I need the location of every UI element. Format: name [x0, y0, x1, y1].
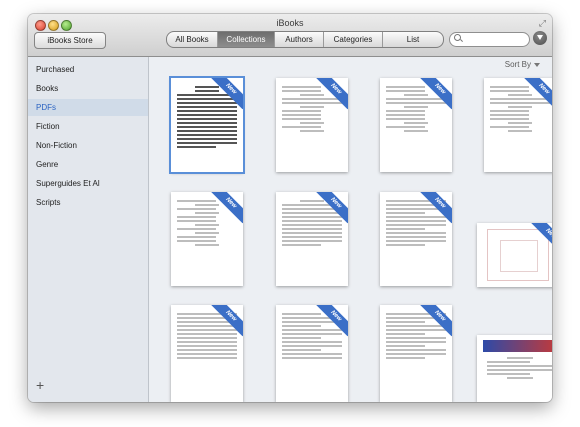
collections-sidebar: Purchased Books PDFs Fiction Non-Fiction…: [28, 57, 149, 402]
sidebar-item-purchased[interactable]: Purchased: [28, 61, 148, 78]
page-thumbnail: [386, 313, 446, 396]
book-cover[interactable]: New: [171, 305, 243, 402]
page-thumbnail: [177, 86, 237, 166]
tab-list[interactable]: List: [383, 32, 443, 47]
window-title: iBooks: [276, 18, 304, 28]
sort-by-menu[interactable]: Sort By: [505, 60, 540, 69]
ibooks-store-button[interactable]: iBooks Store: [34, 32, 106, 49]
sidebar-item-genre[interactable]: Genre: [28, 156, 148, 173]
view-segmented-control: All Books Collections Authors Categories…: [166, 31, 444, 48]
book-cover[interactable]: New: [380, 78, 452, 172]
page-thumbnail: [386, 200, 446, 280]
page-thumbnail: [490, 86, 550, 166]
book-cover[interactable]: New: [276, 305, 348, 402]
tab-collections[interactable]: Collections: [218, 32, 275, 47]
chevron-down-icon: [534, 62, 540, 67]
page-thumbnail: [177, 200, 237, 280]
page-thumbnail: [487, 357, 552, 381]
book-cover[interactable]: New: [171, 192, 243, 286]
book-cover[interactable]: New: [169, 76, 245, 174]
book-cover[interactable]: New: [380, 305, 452, 402]
book-cover[interactable]: New: [380, 192, 452, 286]
toolbar: iBooks ⤢ iBooks Store All Books Collecti…: [28, 14, 552, 57]
sidebar-item-fiction[interactable]: Fiction: [28, 118, 148, 135]
page-thumbnail: [282, 313, 342, 396]
books-grid: Sort By New New New New New New New New …: [149, 57, 552, 402]
book-cover[interactable]: New: [477, 223, 552, 287]
fullscreen-icon[interactable]: ⤢: [539, 18, 546, 29]
tab-categories[interactable]: Categories: [324, 32, 383, 47]
download-icon[interactable]: [533, 31, 547, 45]
book-cover[interactable]: New: [276, 192, 348, 286]
page-thumbnail: [177, 313, 237, 396]
sidebar-item-non-fiction[interactable]: Non-Fiction: [28, 137, 148, 154]
sidebar-item-scripts[interactable]: Scripts: [28, 194, 148, 211]
sidebar-item-superguides[interactable]: Superguides Et Al: [28, 175, 148, 192]
sidebar-item-pdfs[interactable]: PDFs: [28, 99, 148, 116]
book-cover[interactable]: New: [484, 78, 552, 172]
sidebar-item-books[interactable]: Books: [28, 80, 148, 97]
tab-all-books[interactable]: All Books: [167, 32, 218, 47]
search-icon: [454, 34, 461, 41]
page-thumbnail: [282, 200, 342, 280]
tab-authors[interactable]: Authors: [275, 32, 324, 47]
book-cover[interactable]: New: [276, 78, 348, 172]
ibooks-window: iBooks ⤢ iBooks Store All Books Collecti…: [28, 14, 552, 402]
add-collection-button[interactable]: +: [36, 378, 44, 392]
certificate-header: [483, 340, 552, 352]
page-thumbnail: [282, 86, 342, 166]
search-input[interactable]: [449, 32, 530, 47]
book-cover[interactable]: [477, 335, 552, 402]
drawing-thumbnail: [487, 229, 549, 281]
sort-by-label: Sort By: [504, 60, 531, 69]
page-thumbnail: [386, 86, 446, 166]
